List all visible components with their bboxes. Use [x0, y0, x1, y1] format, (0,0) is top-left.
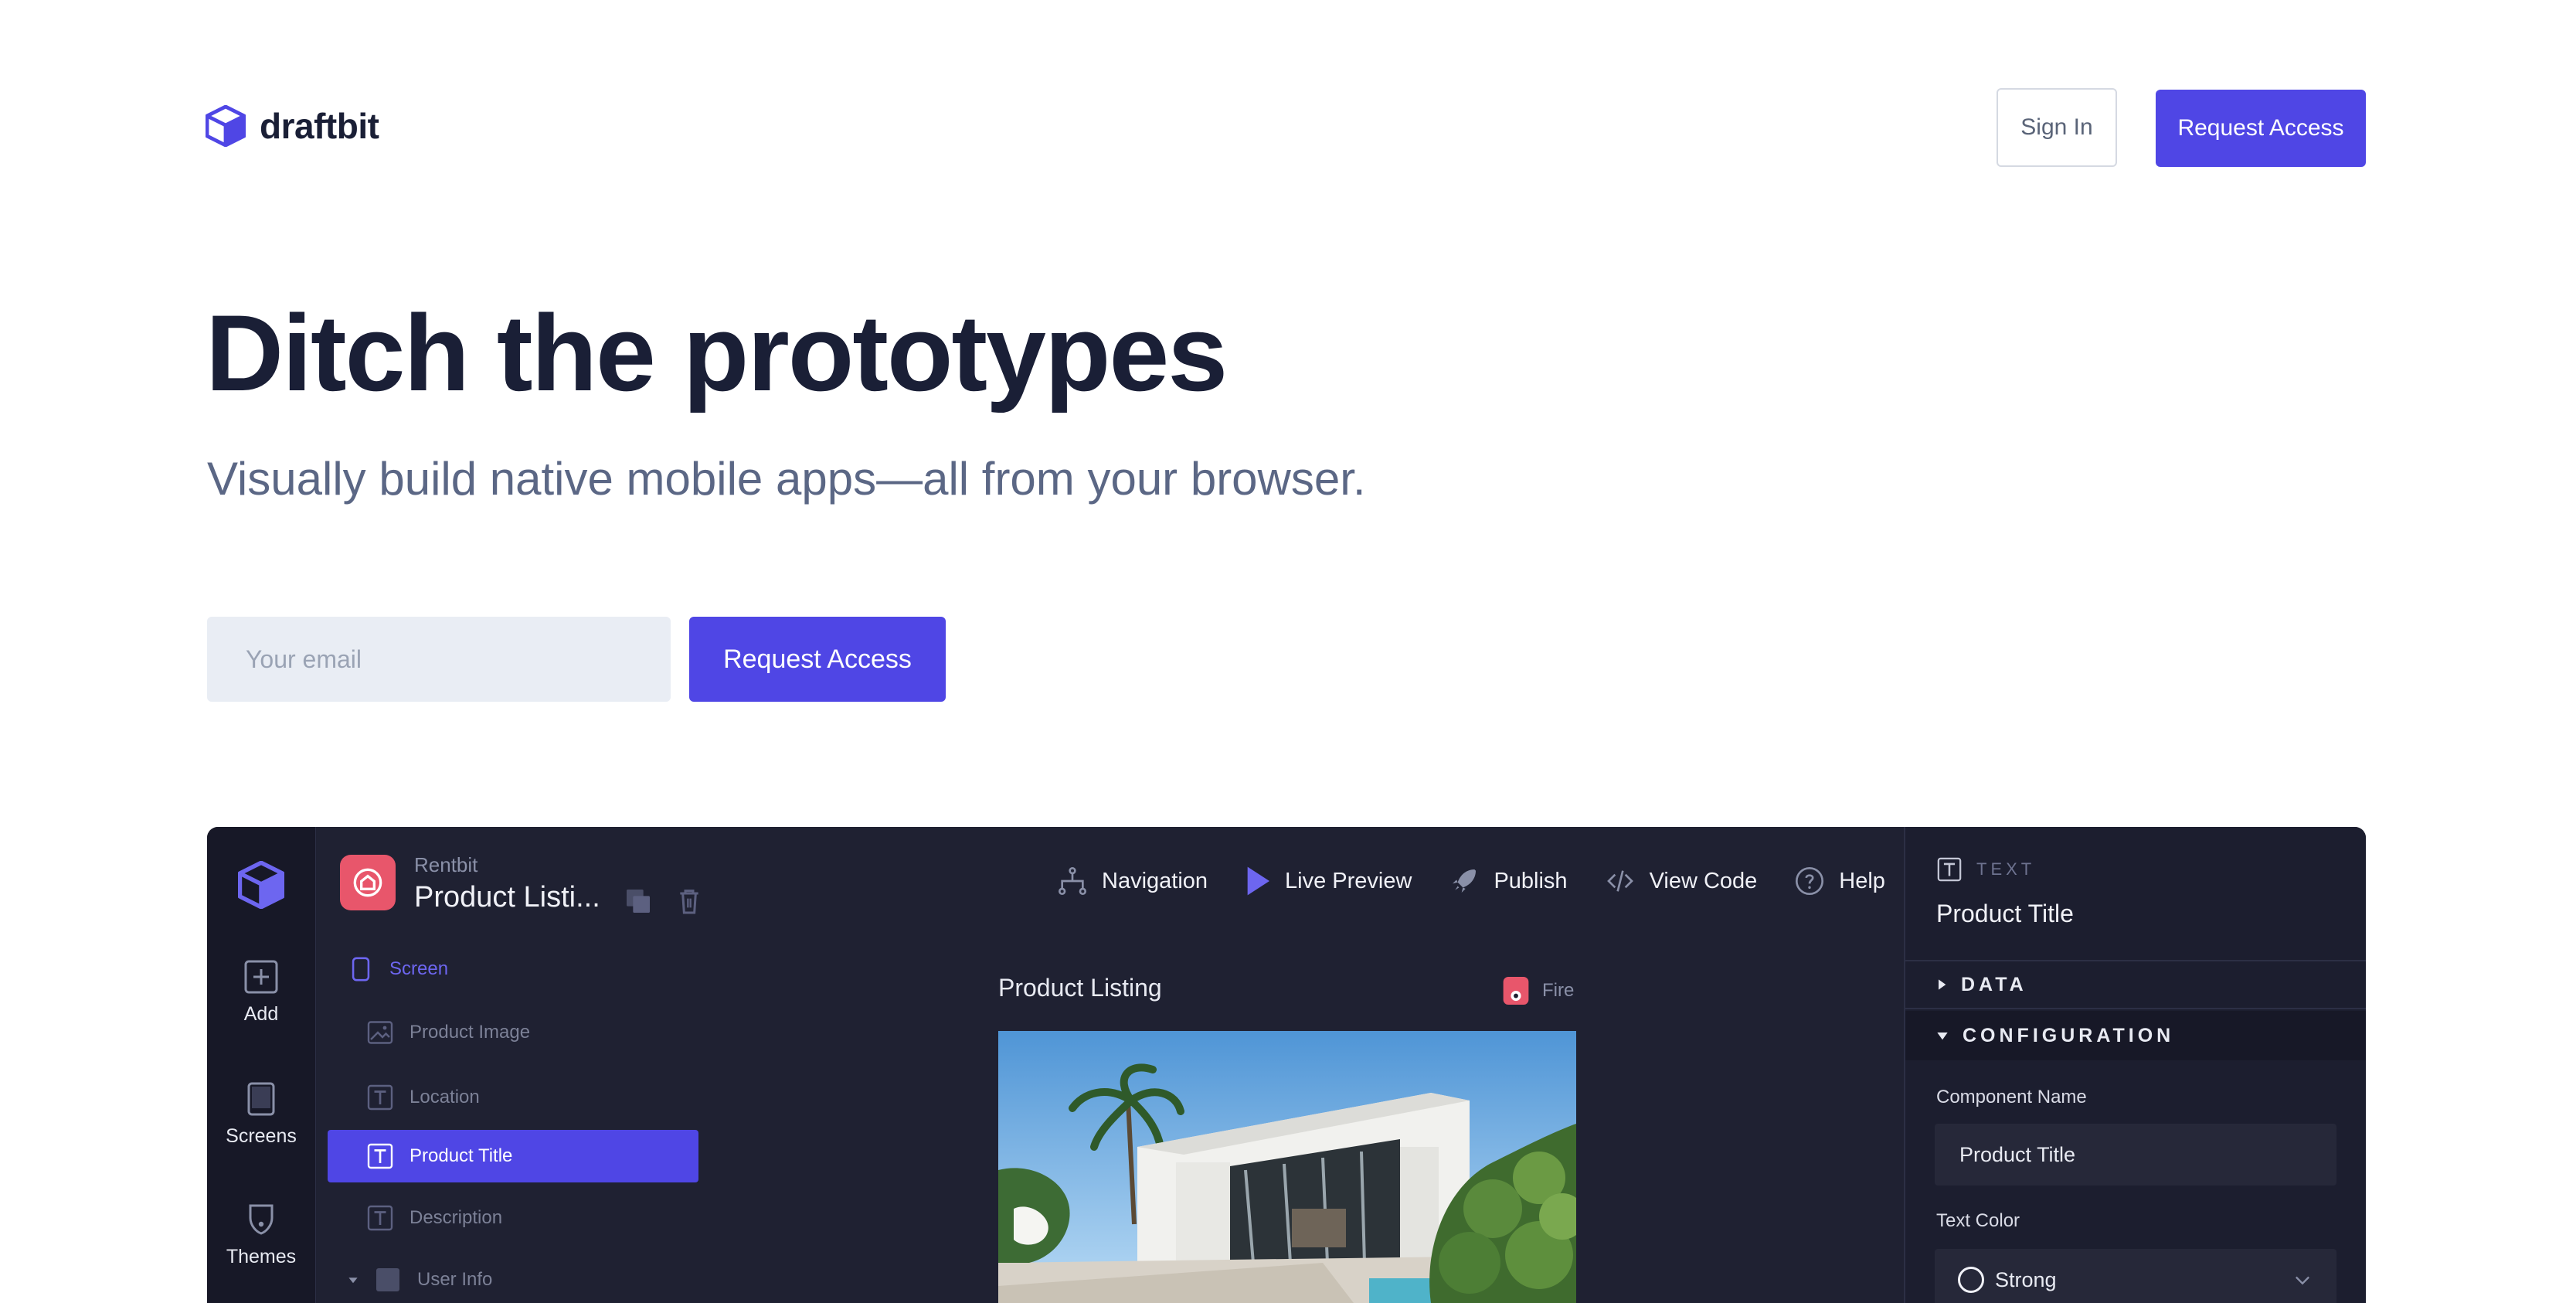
caret-down-icon[interactable] [348, 1274, 359, 1285]
duplicate-icon[interactable] [623, 886, 654, 917]
help-label: Help [1839, 868, 1885, 893]
publish-button[interactable]: Publish [1449, 866, 1568, 896]
plus-square-icon [244, 960, 278, 994]
text-type-icon [367, 1084, 393, 1111]
project-icon[interactable] [340, 855, 396, 910]
hero-subheadline: Visually build native mobile apps—all fr… [207, 453, 1366, 505]
hero-headline: Ditch the prototypes [206, 292, 1228, 413]
view-code-label: View Code [1649, 868, 1758, 893]
container-icon [376, 1268, 399, 1291]
product-image [998, 1031, 1576, 1303]
device-icon [1503, 977, 1529, 1005]
device-label: Fire [1542, 980, 1575, 1001]
text-type-icon [367, 1143, 393, 1169]
app-screenshot: Add Screens Themes Rentbit Product Listi… [207, 827, 2366, 1303]
trash-icon[interactable] [674, 886, 705, 917]
live-preview-button[interactable]: Live Preview [1245, 866, 1412, 896]
project-name: Rentbit [414, 853, 478, 876]
help-button[interactable]: Help [1794, 866, 1885, 896]
rail-add[interactable]: Add [207, 958, 315, 1026]
tree-item[interactable]: Description [366, 1204, 502, 1232]
rocket-icon [1453, 869, 1477, 893]
tree-item[interactable]: Location [366, 1084, 480, 1111]
sitemap-icon [1059, 867, 1086, 895]
caret-right-icon [1939, 979, 1946, 990]
logo-text: draftbit [260, 106, 379, 146]
prop-title: Product Title [1936, 900, 2074, 927]
code-icon [1606, 870, 1633, 892]
tree-item-label: User Info [417, 1269, 493, 1290]
device-selector[interactable]: Fire [1502, 975, 1574, 1006]
rail-screens-label: Screens [226, 1125, 297, 1147]
cube-logo-icon [206, 105, 246, 147]
text-type-icon [1937, 857, 1962, 882]
request-access-hero-button[interactable]: Request Access [689, 617, 946, 702]
live-preview-label: Live Preview [1285, 868, 1412, 893]
layer-sidebar: Rentbit Product Listi... Screen Product … [315, 827, 732, 1303]
tablet-icon [247, 1082, 275, 1116]
tree-item-label: Description [410, 1207, 503, 1228]
tree-item-label: Location [410, 1087, 480, 1107]
screen-title: Product Listi... [414, 881, 600, 913]
color-swatch [1958, 1267, 1984, 1293]
prop-type-label: TEXT [1976, 859, 2036, 879]
prop-type: TEXT [1936, 856, 2035, 883]
image-icon [367, 1021, 393, 1044]
tree-screen[interactable]: Screen [348, 955, 448, 983]
component-name-input[interactable]: Product Title [1935, 1124, 2336, 1186]
play-icon [1247, 866, 1270, 896]
tree-screen-label: Screen [389, 958, 449, 979]
phone-icon [352, 957, 370, 982]
section-configuration[interactable]: CONFIGURATION [1905, 1011, 2366, 1060]
publish-label: Publish [1494, 868, 1568, 893]
text-color-select[interactable]: Strong [1935, 1249, 2336, 1303]
home-icon [353, 868, 382, 897]
text-type-icon [367, 1205, 393, 1231]
navigation-button[interactable]: Navigation [1057, 866, 1208, 896]
app-rail: Add Screens Themes [207, 827, 316, 1303]
tree-item[interactable]: Product Title [366, 1142, 512, 1170]
tree-item-label: Product Image [410, 1022, 531, 1043]
sign-in-button[interactable]: Sign In [1997, 88, 2117, 167]
chevron-down-icon [2296, 1276, 2309, 1285]
section-data[interactable]: DATA [1905, 960, 2366, 1009]
cube-logo-icon [238, 861, 284, 909]
component-name-label: Component Name [1936, 1087, 2087, 1107]
theme-icon [249, 1204, 274, 1235]
rail-themes-label: Themes [226, 1246, 297, 1267]
help-icon [1796, 867, 1824, 895]
house-photo [998, 1031, 1576, 1303]
request-access-header-button[interactable]: Request Access [2156, 90, 2366, 167]
text-color-value: Strong [1995, 1267, 2057, 1291]
view-code-button[interactable]: View Code [1605, 866, 1758, 896]
text-color-label: Text Color [1936, 1210, 2020, 1231]
caret-down-icon [1937, 1033, 1948, 1040]
email-input[interactable] [207, 617, 671, 702]
logo[interactable]: draftbit [206, 105, 379, 147]
section-configuration-label: CONFIGURATION [1963, 1024, 2175, 1046]
rail-screens[interactable]: Screens [207, 1080, 315, 1148]
canvas-screen-title: Product Listing [998, 974, 1162, 1002]
app-toolbar: Navigation Live Preview Publish View Cod… [1057, 866, 1885, 896]
rail-themes[interactable]: Themes [207, 1201, 315, 1268]
rail-add-label: Add [243, 1003, 279, 1025]
tree-item[interactable]: User Info [348, 1266, 492, 1294]
tree-item-label: Product Title [410, 1145, 513, 1166]
tree-item[interactable]: Product Image [366, 1019, 530, 1046]
navigation-label: Navigation [1102, 868, 1208, 893]
section-data-label: DATA [1961, 973, 2027, 995]
properties-panel: TEXT Product Title DATA CONFIGURATION Co… [1904, 827, 2366, 1303]
